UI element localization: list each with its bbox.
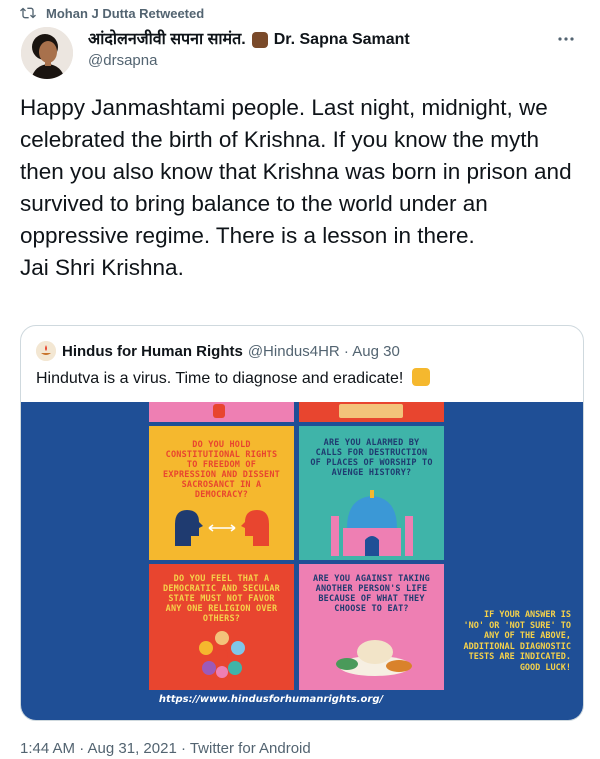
panel-places-of-worship: ARE YOU ALARMED BY CALLS FOR DESTRUCTION… [299, 426, 444, 560]
panel-3-text: DO YOU FEEL THAT A DEMOCRATIC AND SECULA… [163, 574, 280, 624]
quoted-tweet-text-line: Hindutva is a virus. Time to diagnose an… [36, 368, 430, 388]
author-name[interactable]: आंदोलनजीवी सपना सामंत. Dr. Sapna Samant [88, 30, 580, 50]
retweet-icon [20, 7, 36, 19]
two-faces-icon [175, 510, 269, 546]
raised-fist-emoji-icon [251, 32, 268, 48]
food-plate-icon [336, 640, 412, 676]
quoted-author-name: Hindus for Human Rights [62, 342, 243, 360]
mosque-icon [331, 490, 413, 556]
author-name-latin: Dr. Sapna Samant [273, 31, 410, 48]
panel-secular-state: DO YOU FEEL THAT A DEMOCRATIC AND SECULA… [149, 564, 294, 690]
tweet-text: Happy Janmashtami people. Last night, mi… [20, 95, 572, 280]
panel-4-text: ARE YOU AGAINST TAKING ANOTHER PERSON'S … [313, 574, 430, 614]
quoted-author-avatar [36, 341, 56, 361]
panel-1-text: DO YOU HOLD CONSTITUTIONAL RIGHTS TO FRE… [163, 440, 280, 500]
raised-fist-emoji-icon [411, 368, 430, 386]
more-options-icon[interactable] [556, 32, 576, 46]
tweet-timestamp[interactable]: 1:44 AM · Aug 31, 2021 · Twitter for And… [20, 740, 311, 757]
quoted-media-image[interactable]: DO YOU HOLD CONSTITUTIONAL RIGHTS TO FRE… [21, 402, 583, 720]
author-handle[interactable]: @drsapna [88, 51, 580, 71]
author-name-devanagari: आंदोलनजीवी सपना सामंत. [88, 31, 246, 48]
diya-icon [36, 341, 56, 361]
diagnostic-note: IF YOUR ANSWER IS 'NO' OR 'NOT SURE' TO … [463, 610, 571, 673]
panel-2-text: ARE YOU ALARMED BY CALLS FOR DESTRUCTION… [310, 438, 433, 478]
top-panel-left [149, 402, 294, 422]
panel-freedom-of-expression: DO YOU HOLD CONSTITUTIONAL RIGHTS TO FRE… [149, 426, 294, 560]
tweet-author: आंदोलनजीवी सपना सामंत. Dr. Sapna Samant … [88, 30, 580, 71]
religious-symbols-icon [199, 631, 245, 678]
top-panel-right [299, 402, 444, 422]
quoted-tweet[interactable]: Hindus for Human Rights @Hindus4HR · Aug… [20, 325, 584, 721]
avatar[interactable] [21, 27, 73, 79]
quoted-author-handle: @Hindus4HR · Aug 30 [247, 342, 400, 360]
retweet-text: Mohan J Dutta Retweeted [46, 5, 205, 21]
panel-food-choice: ARE YOU AGAINST TAKING ANOTHER PERSON'S … [299, 564, 444, 690]
quoted-tweet-text: Hindutva is a virus. Time to diagnose an… [36, 370, 404, 387]
avatar-image [21, 27, 73, 79]
retweet-context[interactable]: Mohan J Dutta Retweeted [20, 3, 204, 23]
quoted-tweet-header: Hindus for Human Rights @Hindus4HR · Aug… [36, 341, 400, 361]
image-url-text: https://www.hindusforhumanrights.org/ [158, 694, 384, 705]
